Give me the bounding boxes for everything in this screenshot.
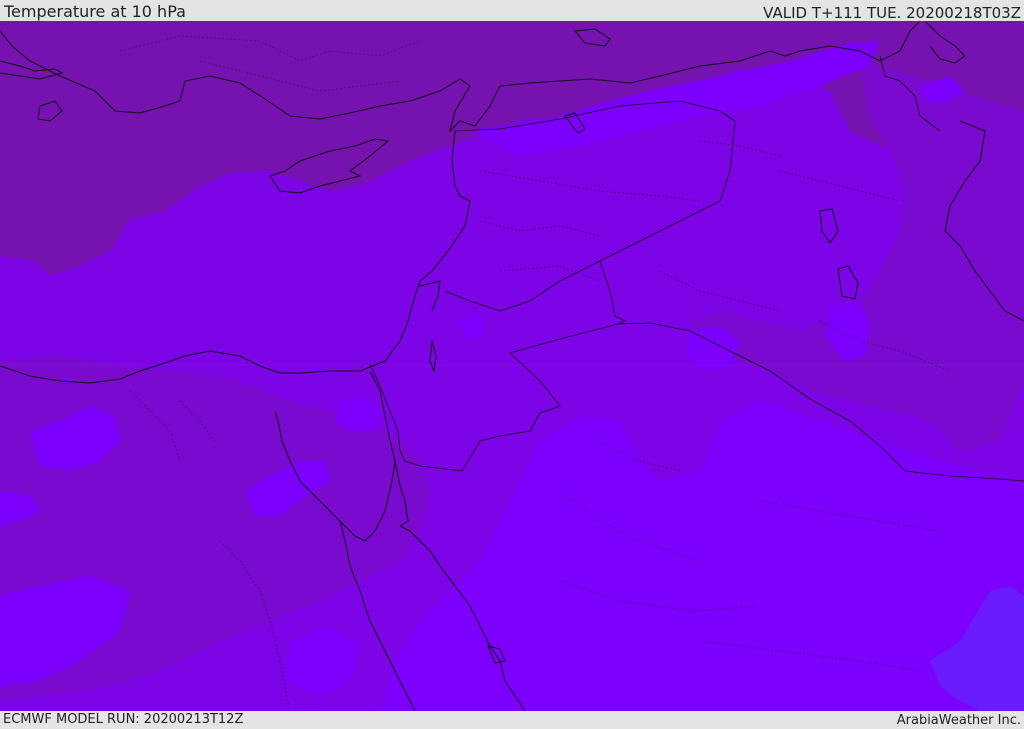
footer-bar: ECMWF MODEL RUN: 20200213T12Z ArabiaWeat… — [0, 711, 1024, 729]
weather-map[interactable] — [0, 21, 1024, 711]
credit-label: ArabiaWeather Inc. — [896, 713, 1021, 728]
map-title: Temperature at 10 hPa — [4, 2, 186, 21]
header-bar: Temperature at 10 hPa VALID T+111 TUE. 2… — [0, 0, 1024, 22]
map-canvas — [0, 21, 1024, 711]
model-run: ECMWF MODEL RUN: 20200213T12Z — [3, 712, 244, 727]
valid-time: VALID T+111 TUE. 20200218T03Z — [763, 4, 1021, 22]
